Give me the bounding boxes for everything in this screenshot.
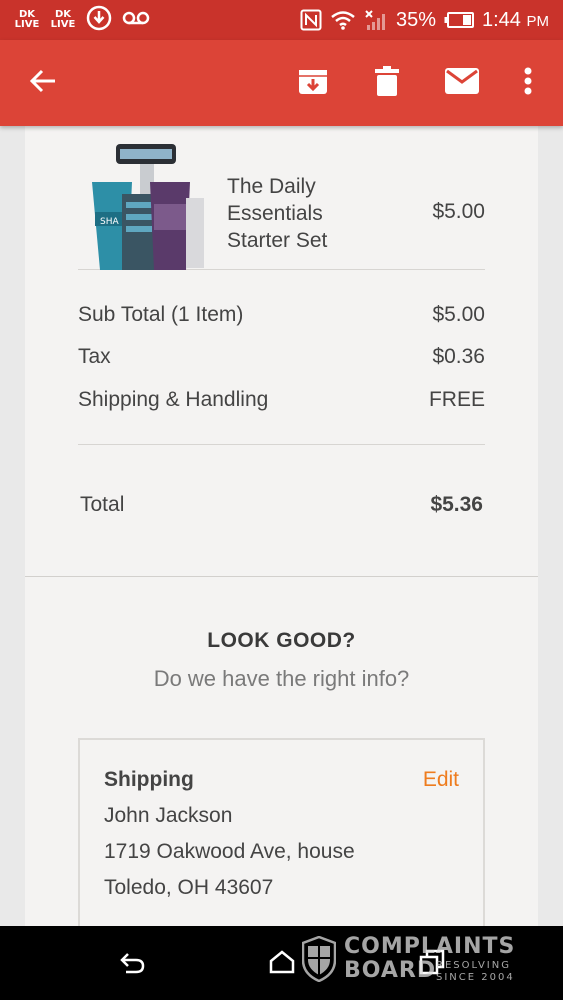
dk-live-icon: DK LIVE	[14, 7, 40, 33]
product-name-line: Essentials	[227, 202, 323, 225]
navigation-bar: COMPLAINTS BOARD RESOLVING SINCE 2004	[0, 926, 563, 1000]
nav-back-button[interactable]	[114, 946, 150, 982]
mail-icon	[445, 67, 479, 99]
watermark-line1: COMPLAINTS	[344, 934, 516, 959]
subtotal-label: Sub Total (1 Item)	[78, 303, 244, 326]
total-value: $5.36	[430, 493, 483, 516]
order-card: SHA The Daily Essentials Starter Set $5.…	[25, 126, 538, 938]
clock: 1:44 PM	[482, 9, 549, 32]
more-vert-icon	[524, 67, 532, 100]
shipping-row: Shipping & Handling FREE	[78, 388, 485, 412]
confirm-subtitle: Do we have the right info?	[153, 666, 410, 691]
product-name-line: Starter Set	[227, 229, 328, 252]
battery-icon	[444, 12, 474, 28]
shipping-address-line1: 1719 Oakwood Ave, house	[104, 840, 355, 863]
shipping-edit-link[interactable]: Edit	[423, 768, 459, 792]
clock-suffix: PM	[526, 12, 550, 30]
voicemail-icon	[122, 10, 150, 31]
total-row: Total $5.36	[80, 493, 483, 517]
shipping-info-box: Shipping Edit John Jackson 1719 Oakwood …	[78, 738, 485, 938]
archive-icon	[298, 66, 328, 101]
email-body: SHA The Daily Essentials Starter Set $5.…	[0, 126, 563, 938]
signal-icon	[364, 9, 388, 31]
svg-text:SHA: SHA	[100, 217, 119, 227]
shield-logo-icon	[301, 935, 337, 987]
clock-time: 1:44	[482, 8, 521, 31]
mark-unread-button[interactable]	[439, 60, 485, 106]
product-price: $5.00	[432, 200, 485, 223]
archive-button[interactable]	[290, 60, 336, 106]
shipping-address-line2: Toledo, OH 43607	[104, 876, 274, 899]
divider	[78, 444, 485, 445]
dk-badge-text: DK LIVE	[50, 9, 76, 30]
shipping-value: FREE	[428, 388, 485, 411]
product-row: SHA The Daily Essentials Starter Set $5.…	[78, 126, 485, 270]
dk-live-icon: DK LIVE	[50, 7, 76, 33]
nav-back-icon	[118, 950, 146, 979]
watermark-line2: BOARD	[344, 958, 437, 983]
tax-row: Tax $0.36	[78, 345, 485, 369]
dk-badge-text: DK LIVE	[14, 9, 40, 30]
product-name-line: The Daily	[227, 175, 316, 198]
watermark: COMPLAINTS BOARD RESOLVING SINCE 2004	[301, 934, 522, 990]
more-options-button[interactable]	[505, 60, 551, 106]
back-arrow-icon	[29, 69, 57, 98]
nfc-icon	[300, 9, 322, 31]
nav-home-button[interactable]	[264, 946, 300, 982]
section-divider	[25, 576, 538, 577]
screen: DK LIVE DK LIVE 35% 1:44 PM SHA The Dail…	[0, 0, 563, 1000]
watermark-tag2: SINCE 2004	[436, 972, 515, 983]
shipping-name: John Jackson	[104, 804, 233, 827]
wifi-icon	[330, 9, 356, 31]
home-icon	[269, 949, 295, 979]
subtotal-row: Sub Total (1 Item) $5.00	[78, 303, 485, 327]
shipping-heading: Shipping	[104, 768, 194, 791]
shipping-label: Shipping & Handling	[78, 388, 269, 411]
subtotal-value: $5.00	[432, 303, 485, 326]
product-image: SHA	[90, 142, 208, 270]
delete-button[interactable]	[364, 60, 410, 106]
tax-value: $0.36	[432, 345, 485, 368]
watermark-tagline: RESOLVING SINCE 2004	[436, 960, 515, 984]
status-bar: DK LIVE DK LIVE 35% 1:44 PM	[0, 0, 563, 40]
product-name: The Daily Essentials Starter Set	[227, 173, 377, 254]
total-label: Total	[80, 493, 125, 516]
download-icon	[86, 5, 112, 36]
watermark-tag1: RESOLVING	[436, 960, 511, 971]
battery-percent: 35%	[395, 8, 436, 31]
tax-label: Tax	[78, 345, 111, 368]
confirm-title: LOOK GOOD?	[207, 629, 356, 652]
delete-icon	[375, 65, 399, 101]
app-bar	[0, 40, 563, 126]
back-button[interactable]	[20, 60, 66, 106]
